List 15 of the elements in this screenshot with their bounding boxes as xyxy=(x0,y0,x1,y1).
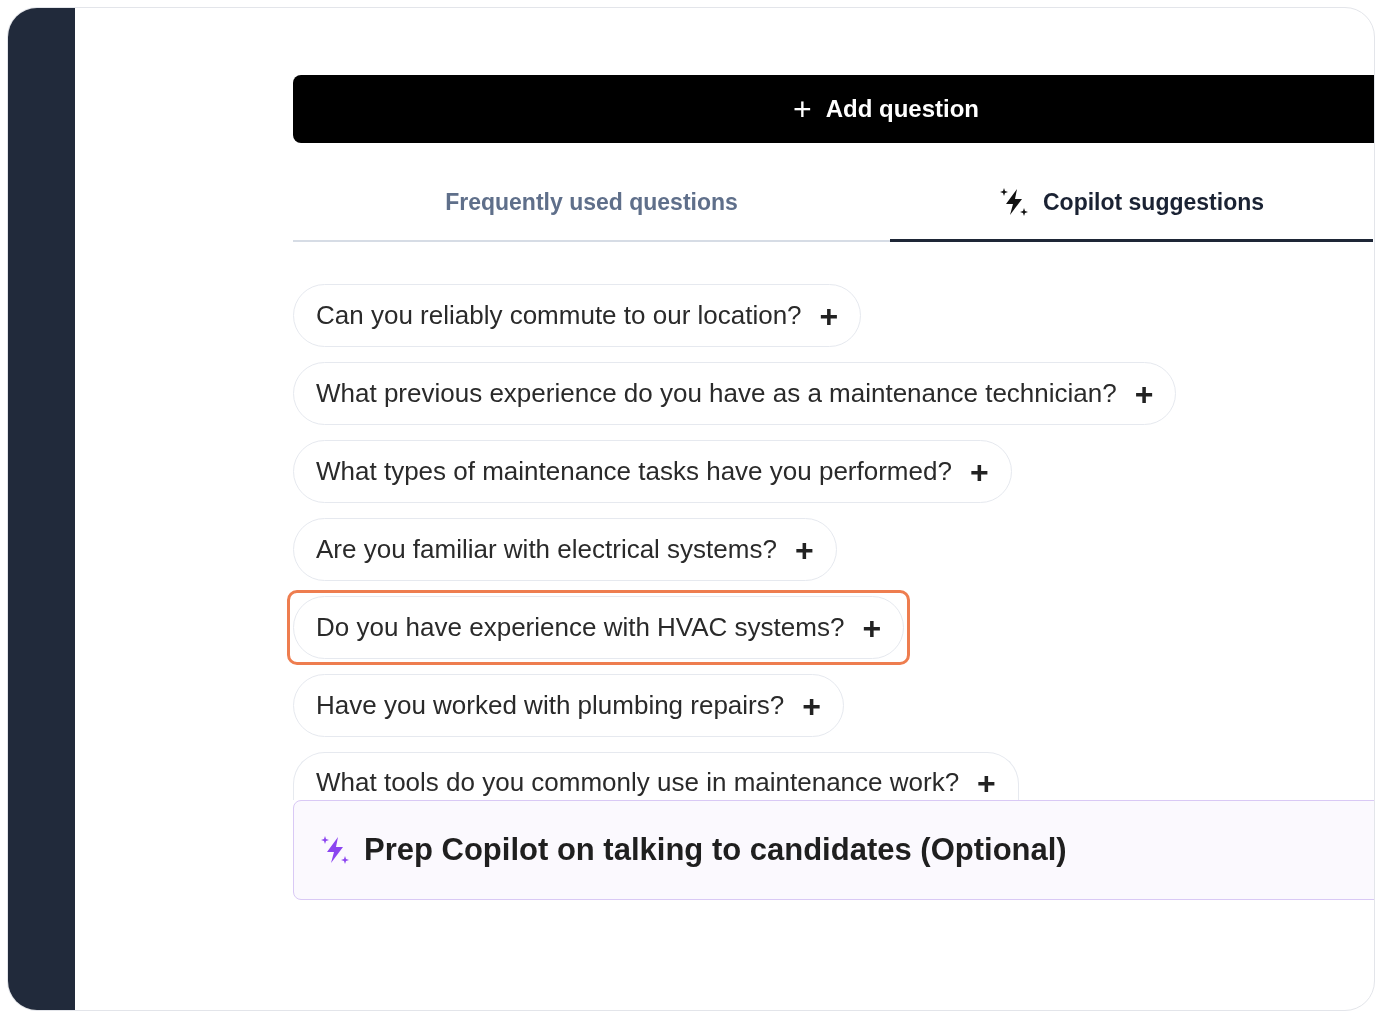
plus-icon: + xyxy=(977,767,996,799)
plus-icon: + xyxy=(1134,377,1154,410)
card-title: Prep Copilot on talking to candidates (Optional) xyxy=(364,832,1067,868)
sparkle-bolt-icon xyxy=(320,834,350,866)
prep-copilot-card[interactable]: Prep Copilot on talking to candidates (Optional) xyxy=(293,800,1374,900)
question-chip[interactable]: Do you have experience with HVAC systems? + xyxy=(287,590,911,665)
plus-icon: + xyxy=(862,611,882,644)
tab[interactable]: Copilot suggestions xyxy=(890,165,1373,242)
add-question-button[interactable]: + Add question xyxy=(293,75,1374,143)
plus-icon: + xyxy=(969,455,989,488)
plus-icon: + xyxy=(802,689,821,722)
plus-icon: + xyxy=(819,299,839,332)
tab[interactable]: Frequently used questions xyxy=(293,165,890,242)
plus-icon: + xyxy=(794,533,814,566)
plus-icon: + xyxy=(793,93,812,125)
